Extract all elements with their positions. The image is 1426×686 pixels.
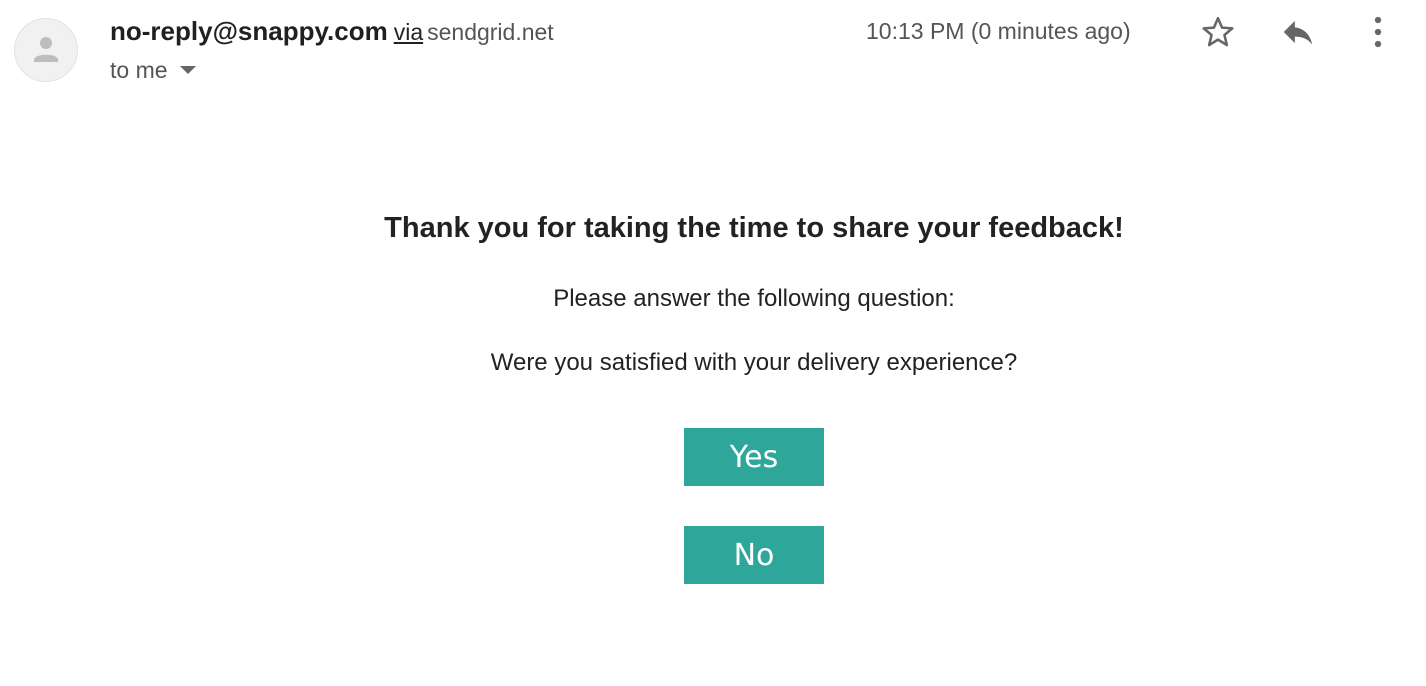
sender-avatar bbox=[14, 18, 78, 82]
no-button[interactable]: No bbox=[684, 526, 824, 584]
recipient-label: to me bbox=[110, 57, 168, 83]
caret-down-icon[interactable] bbox=[179, 66, 196, 74]
email-timestamp: 10:13 PM (0 minutes ago) bbox=[866, 18, 1131, 44]
feedback-title: Thank you for taking the time to share y… bbox=[384, 212, 1124, 244]
via-domain: sendgrid.net bbox=[427, 19, 554, 45]
more-options-button[interactable] bbox=[1356, 10, 1400, 54]
star-icon[interactable] bbox=[1200, 14, 1236, 50]
sender-email[interactable]: no-reply@snappy.com bbox=[110, 16, 388, 46]
recipient-details-toggle[interactable]: to me bbox=[110, 54, 196, 86]
person-icon bbox=[34, 37, 58, 62]
via-link[interactable]: via bbox=[394, 19, 423, 45]
reply-button[interactable] bbox=[1276, 10, 1320, 54]
email-header: no-reply@snappy.com via sendgrid.net to me… bbox=[0, 0, 1426, 100]
more-vert-icon[interactable] bbox=[1363, 14, 1393, 50]
star-button[interactable] bbox=[1196, 10, 1240, 54]
survey-question: Were you satisfied with your delivery ex… bbox=[490, 349, 1018, 376]
instruction-text: Please answer the following question: bbox=[553, 285, 955, 312]
yes-button[interactable]: Yes bbox=[684, 428, 824, 486]
reply-icon[interactable] bbox=[1279, 13, 1317, 51]
sender-line: no-reply@snappy.com via sendgrid.net bbox=[110, 14, 554, 53]
